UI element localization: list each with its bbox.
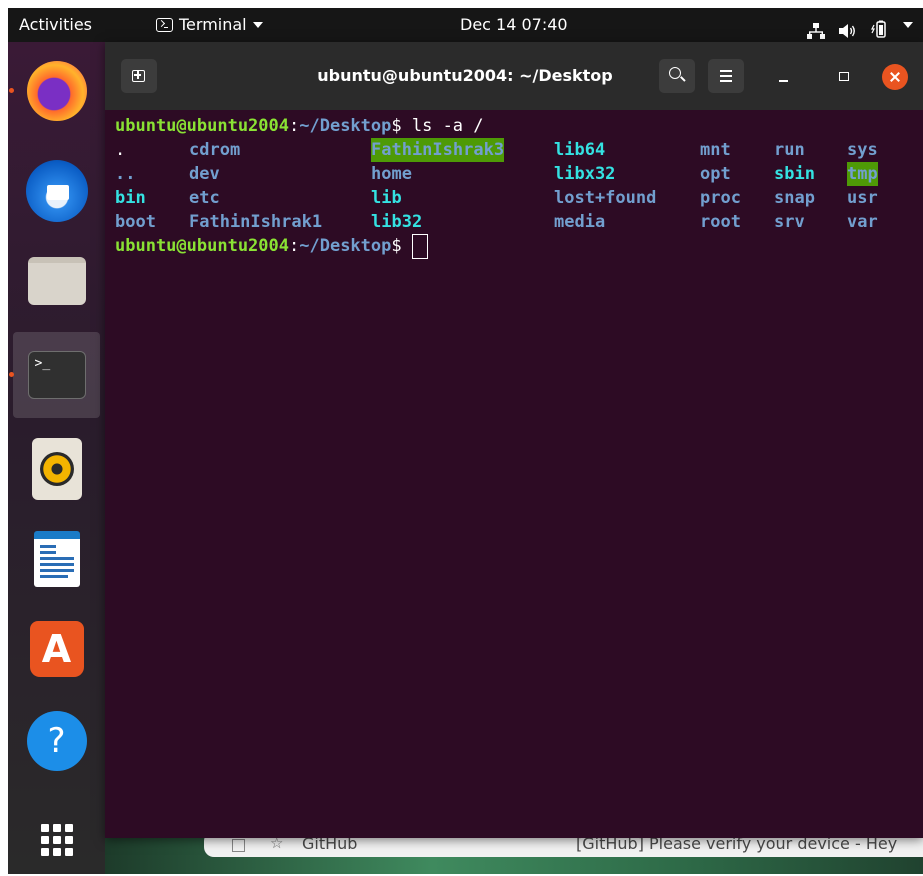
show-applications-icon[interactable] (41, 824, 73, 856)
firefox-icon (26, 61, 87, 121)
network-icon (807, 17, 825, 39)
system-tray[interactable] (807, 8, 913, 42)
new-tab-button[interactable] (121, 59, 157, 93)
help-icon: ? (26, 711, 87, 771)
ls-entry: var (847, 212, 878, 232)
new-tab-icon (132, 70, 145, 82)
ls-entry: mnt (700, 140, 731, 160)
libreoffice-writer-icon (33, 531, 80, 587)
dock-item-rhythmbox[interactable] (13, 426, 100, 512)
running-indicator (9, 88, 14, 93)
activities-button[interactable]: Activities (19, 8, 92, 42)
maximize-button[interactable] (831, 64, 857, 90)
rhythmbox-icon (31, 438, 82, 500)
text-cursor (411, 234, 428, 259)
terminal-app-icon (156, 18, 173, 32)
clock[interactable]: Dec 14 07:40 (460, 8, 568, 42)
maximize-icon (839, 72, 849, 81)
ls-entry: libx32 (554, 164, 616, 184)
menu-button[interactable] (708, 59, 744, 93)
ls-entry: run (774, 140, 805, 160)
prompt-line[interactable]: ubuntu@ubuntu2004:~/Desktop$ (115, 234, 428, 259)
dock-item-help[interactable]: ? (13, 698, 100, 784)
ls-entry: .. (115, 164, 136, 184)
ls-entry: lost+found (554, 188, 657, 208)
terminal-output[interactable]: ubuntu@ubuntu2004:~/Desktop$ ls -a / . c… (105, 110, 923, 838)
files-icon (27, 257, 86, 305)
search-icon (669, 67, 681, 79)
ls-entry: srv (774, 212, 805, 232)
ls-entry: lib32 (371, 212, 423, 232)
dock: >_ A ? (8, 42, 105, 874)
prompt-user-host: ubuntu@ubuntu2004 (115, 116, 289, 136)
terminal-window[interactable]: ubuntu@ubuntu2004: ~/Desktop ubuntu@ubun… (105, 42, 923, 838)
ls-entry: . (115, 140, 126, 160)
close-button[interactable] (882, 64, 908, 90)
dock-item-thunderbird[interactable] (13, 148, 100, 234)
ls-entry: proc (700, 188, 741, 208)
ubuntu-software-icon: A (29, 621, 84, 677)
system-menu-caret-icon (903, 22, 913, 28)
ls-entry: usr (847, 188, 878, 208)
prompt-dollar: $ (391, 236, 412, 256)
terminal-icon: >_ (27, 351, 86, 399)
volume-icon (839, 17, 857, 38)
app-menu-label: Terminal (179, 15, 247, 34)
ls-entry: boot (115, 212, 156, 232)
battery-icon (871, 16, 889, 38)
chevron-down-icon (252, 22, 263, 28)
prompt-path: ~/Desktop (299, 116, 392, 136)
window-titlebar[interactable]: ubuntu@ubuntu2004: ~/Desktop (105, 42, 923, 110)
dock-item-firefox[interactable] (9, 48, 100, 134)
ls-entry: home (371, 164, 412, 184)
ls-entry: etc (189, 188, 220, 208)
running-indicator (9, 372, 14, 377)
ls-entry: sbin (774, 164, 815, 184)
ls-entry: lib64 (554, 140, 606, 160)
minimize-icon (779, 80, 788, 82)
ls-entry: media (554, 212, 606, 232)
minimize-button[interactable] (771, 64, 797, 90)
hamburger-icon (720, 70, 732, 72)
dock-item-files[interactable] (13, 238, 100, 324)
ls-entry: opt (700, 164, 731, 184)
dock-item-terminal[interactable]: >_ (9, 332, 100, 418)
ls-entry: root (700, 212, 741, 232)
ls-entry: dev (189, 164, 220, 184)
ls-entry: cdrom (189, 140, 241, 160)
prompt-colon: : (289, 116, 300, 136)
checkbox-icon[interactable] (232, 839, 245, 852)
ls-entry: sys (847, 140, 878, 160)
search-button[interactable] (659, 59, 695, 93)
ls-entry: snap (774, 188, 815, 208)
thunderbird-icon (25, 160, 88, 222)
ls-entry: FathinIshrak1 (189, 212, 323, 232)
prompt-user-host: ubuntu@ubuntu2004 (115, 236, 289, 256)
ls-entry: tmp (847, 162, 878, 186)
command-line: ubuntu@ubuntu2004:~/Desktop$ ls -a / (115, 114, 484, 138)
dock-item-writer[interactable] (13, 516, 100, 602)
ls-entry: FathinIshrak3 (371, 138, 505, 162)
dock-item-ubuntu-software[interactable]: A (13, 606, 100, 692)
command-text: ls -a / (411, 116, 484, 136)
app-menu[interactable]: Terminal (156, 8, 263, 42)
ls-entry: lib (371, 188, 402, 208)
prompt-dollar: $ (391, 116, 412, 136)
ls-entry: bin (115, 188, 146, 208)
prompt-colon: : (289, 236, 300, 256)
window-title: ubuntu@ubuntu2004: ~/Desktop (317, 66, 613, 85)
desktop-screen: Activities Terminal Dec 14 07:40 >_ A ? … (8, 8, 923, 874)
top-bar: Activities Terminal Dec 14 07:40 (8, 8, 923, 42)
prompt-path: ~/Desktop (299, 236, 392, 256)
